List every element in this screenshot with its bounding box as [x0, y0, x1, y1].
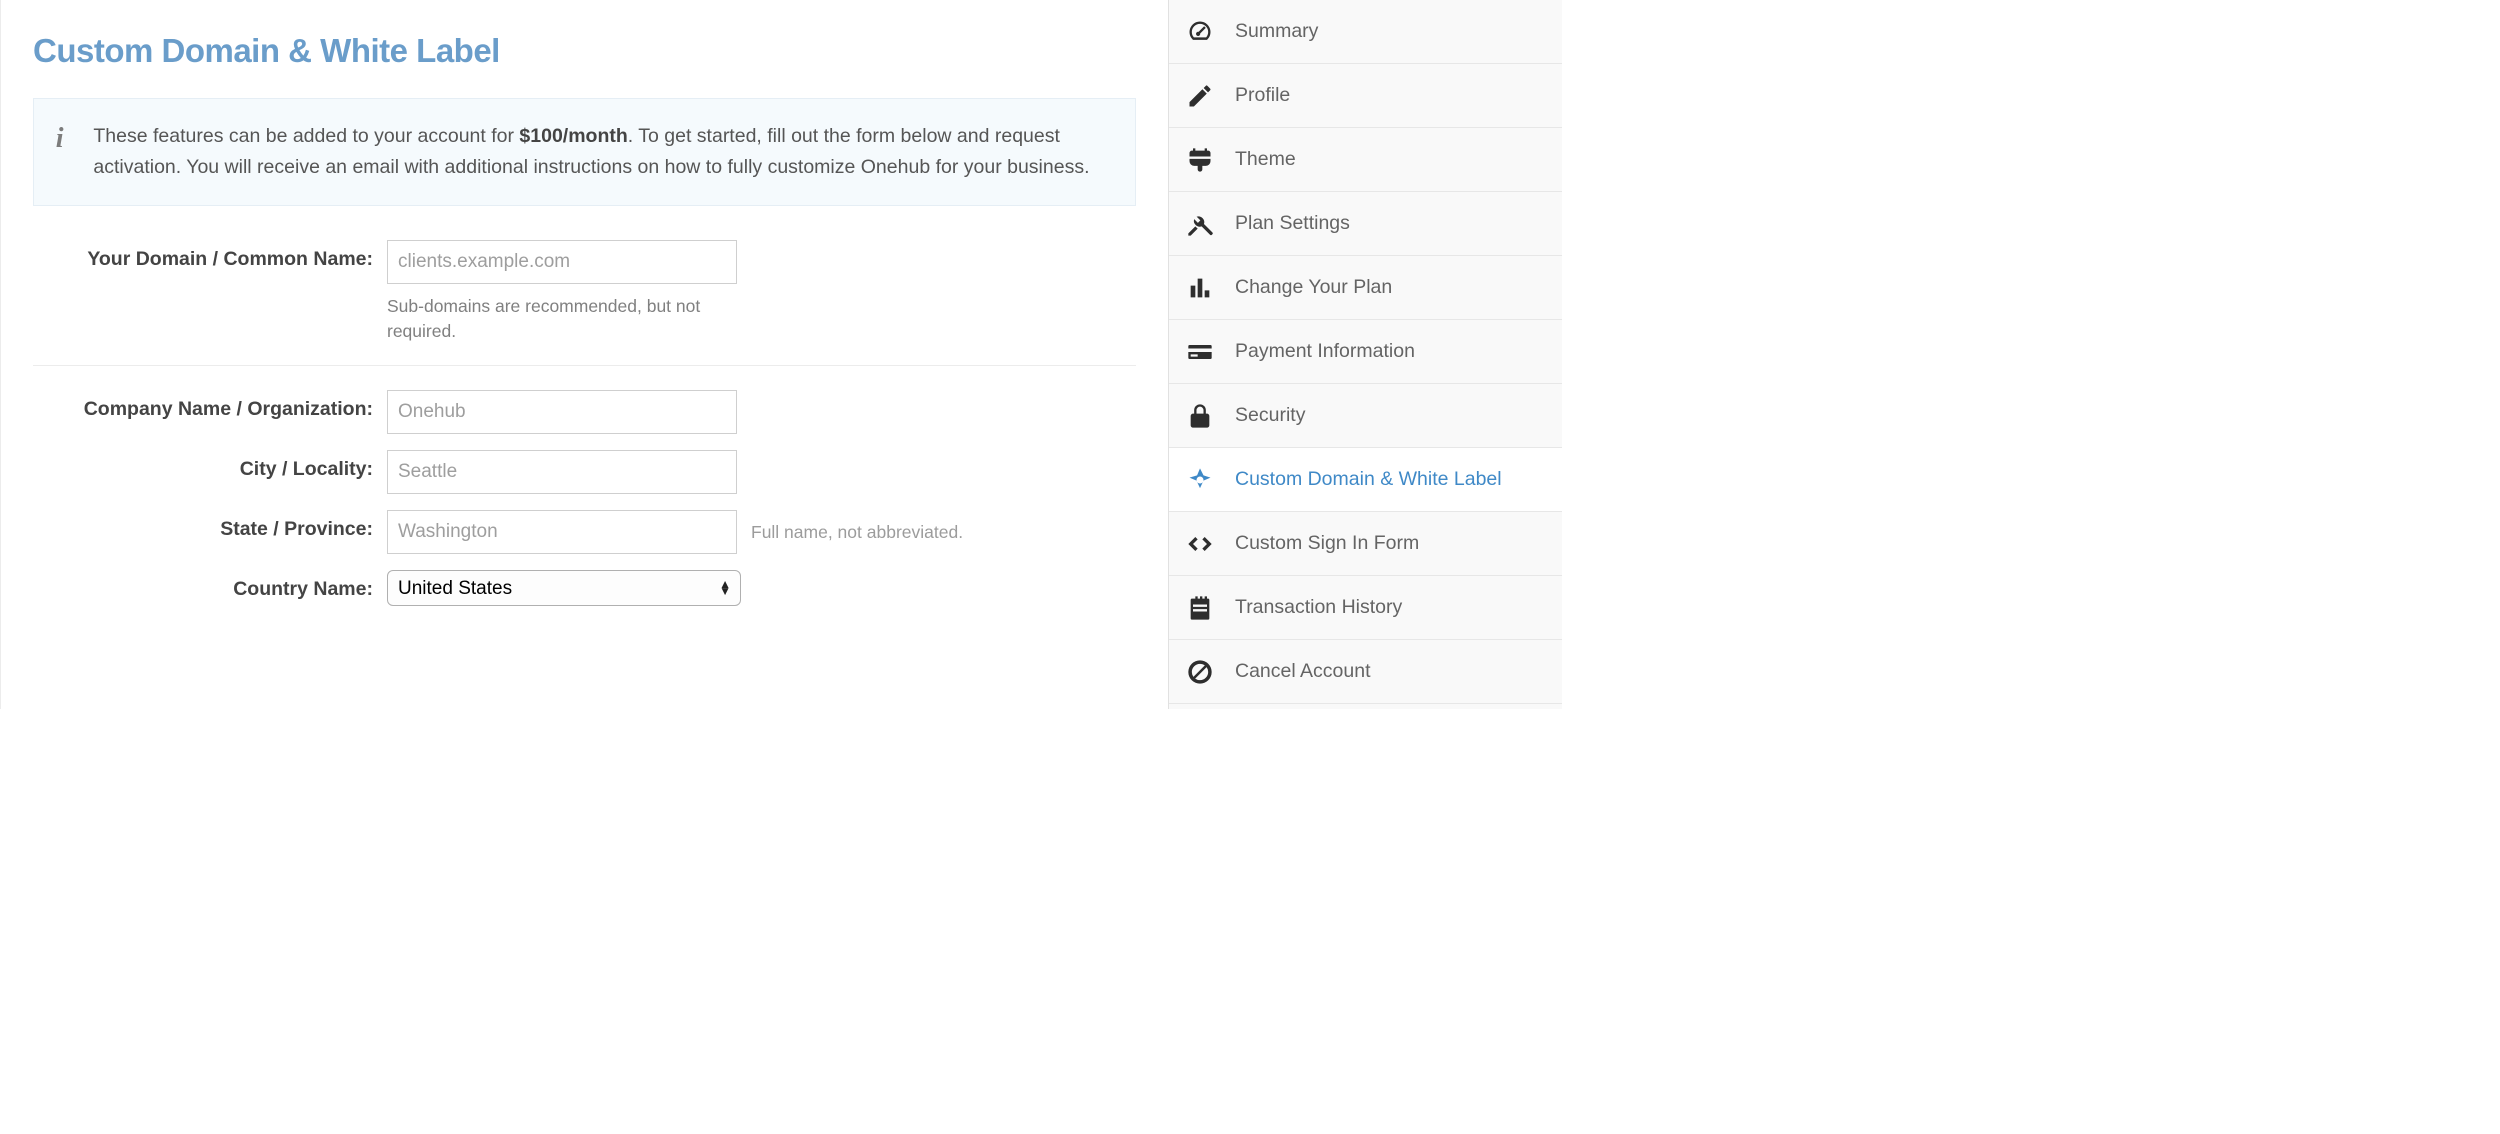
- pencil-icon: [1183, 82, 1217, 110]
- sidebar-item-custom-signin[interactable]: Custom Sign In Form: [1169, 512, 1562, 576]
- form-row-company: Company Name / Organization:: [33, 384, 1136, 440]
- city-label: City / Locality:: [33, 450, 387, 481]
- sidebar-item-label: Custom Sign In Form: [1235, 532, 1419, 555]
- sidebar-item-plan-settings[interactable]: Plan Settings: [1169, 192, 1562, 256]
- notepad-icon: [1183, 594, 1217, 622]
- sidebar-item-label: Transaction History: [1235, 596, 1402, 619]
- form-row-city: City / Locality:: [33, 444, 1136, 500]
- company-label: Company Name / Organization:: [33, 390, 387, 421]
- domain-input[interactable]: [387, 240, 737, 284]
- page-title: Custom Domain & White Label: [33, 32, 1136, 70]
- city-input[interactable]: [387, 450, 737, 494]
- state-label: State / Province:: [33, 510, 387, 541]
- info-price: $100/month: [519, 125, 627, 147]
- sidebar-item-cancel[interactable]: Cancel Account: [1169, 640, 1562, 704]
- cancel-icon: [1183, 658, 1217, 686]
- sidebar-item-payment[interactable]: Payment Information: [1169, 320, 1562, 384]
- paint-icon: [1183, 146, 1217, 174]
- sidebar-item-label: Theme: [1235, 148, 1296, 171]
- lock-icon: [1183, 402, 1217, 430]
- country-select[interactable]: United States: [387, 570, 741, 606]
- sidebar-item-label: Change Your Plan: [1235, 276, 1392, 299]
- sidebar-item-label: Security: [1235, 404, 1305, 427]
- form-row-domain: Your Domain / Common Name: Sub-domains a…: [33, 234, 1136, 366]
- sidebar-item-label: Custom Domain & White Label: [1235, 468, 1502, 491]
- domain-label: Your Domain / Common Name:: [33, 240, 387, 271]
- bars-icon: [1183, 274, 1217, 302]
- form: Your Domain / Common Name: Sub-domains a…: [33, 234, 1136, 612]
- domain-help: Sub-domains are recommended, but not req…: [387, 294, 737, 343]
- sidebar-item-label: Payment Information: [1235, 340, 1415, 363]
- country-label: Country Name:: [33, 570, 387, 601]
- sidebar-item-transactions[interactable]: Transaction History: [1169, 576, 1562, 640]
- info-icon: i: [54, 125, 65, 153]
- country-select-wrap[interactable]: United States ▲▼: [387, 570, 741, 606]
- state-input[interactable]: [387, 510, 737, 554]
- info-text: These features can be added to your acco…: [93, 121, 1111, 183]
- sidebar-item-label: Profile: [1235, 84, 1290, 107]
- form-row-country: Country Name: United States ▲▼: [33, 564, 1136, 612]
- sidebar-item-security[interactable]: Security: [1169, 384, 1562, 448]
- sidebar-item-theme[interactable]: Theme: [1169, 128, 1562, 192]
- state-help: Full name, not abbreviated.: [751, 522, 963, 543]
- form-row-state: State / Province: Full name, not abbrevi…: [33, 504, 1136, 560]
- sidebar-item-label: Plan Settings: [1235, 212, 1350, 235]
- sidebar: Summary Profile Theme Plan Settings Chan: [1168, 0, 1562, 709]
- compass-icon: [1183, 466, 1217, 494]
- code-icon: [1183, 530, 1217, 558]
- sidebar-item-label: Cancel Account: [1235, 660, 1371, 683]
- info-callout: i These features can be added to your ac…: [33, 98, 1136, 206]
- sidebar-item-label: Summary: [1235, 20, 1318, 43]
- sidebar-item-summary[interactable]: Summary: [1169, 0, 1562, 64]
- sidebar-item-change-plan[interactable]: Change Your Plan: [1169, 256, 1562, 320]
- tools-icon: [1183, 210, 1217, 238]
- gauge-icon: [1183, 18, 1217, 46]
- sidebar-item-profile[interactable]: Profile: [1169, 64, 1562, 128]
- sidebar-item-custom-domain[interactable]: Custom Domain & White Label: [1169, 448, 1562, 512]
- info-text-prefix: These features can be added to your acco…: [93, 125, 519, 147]
- card-icon: [1183, 338, 1217, 366]
- company-input[interactable]: [387, 390, 737, 434]
